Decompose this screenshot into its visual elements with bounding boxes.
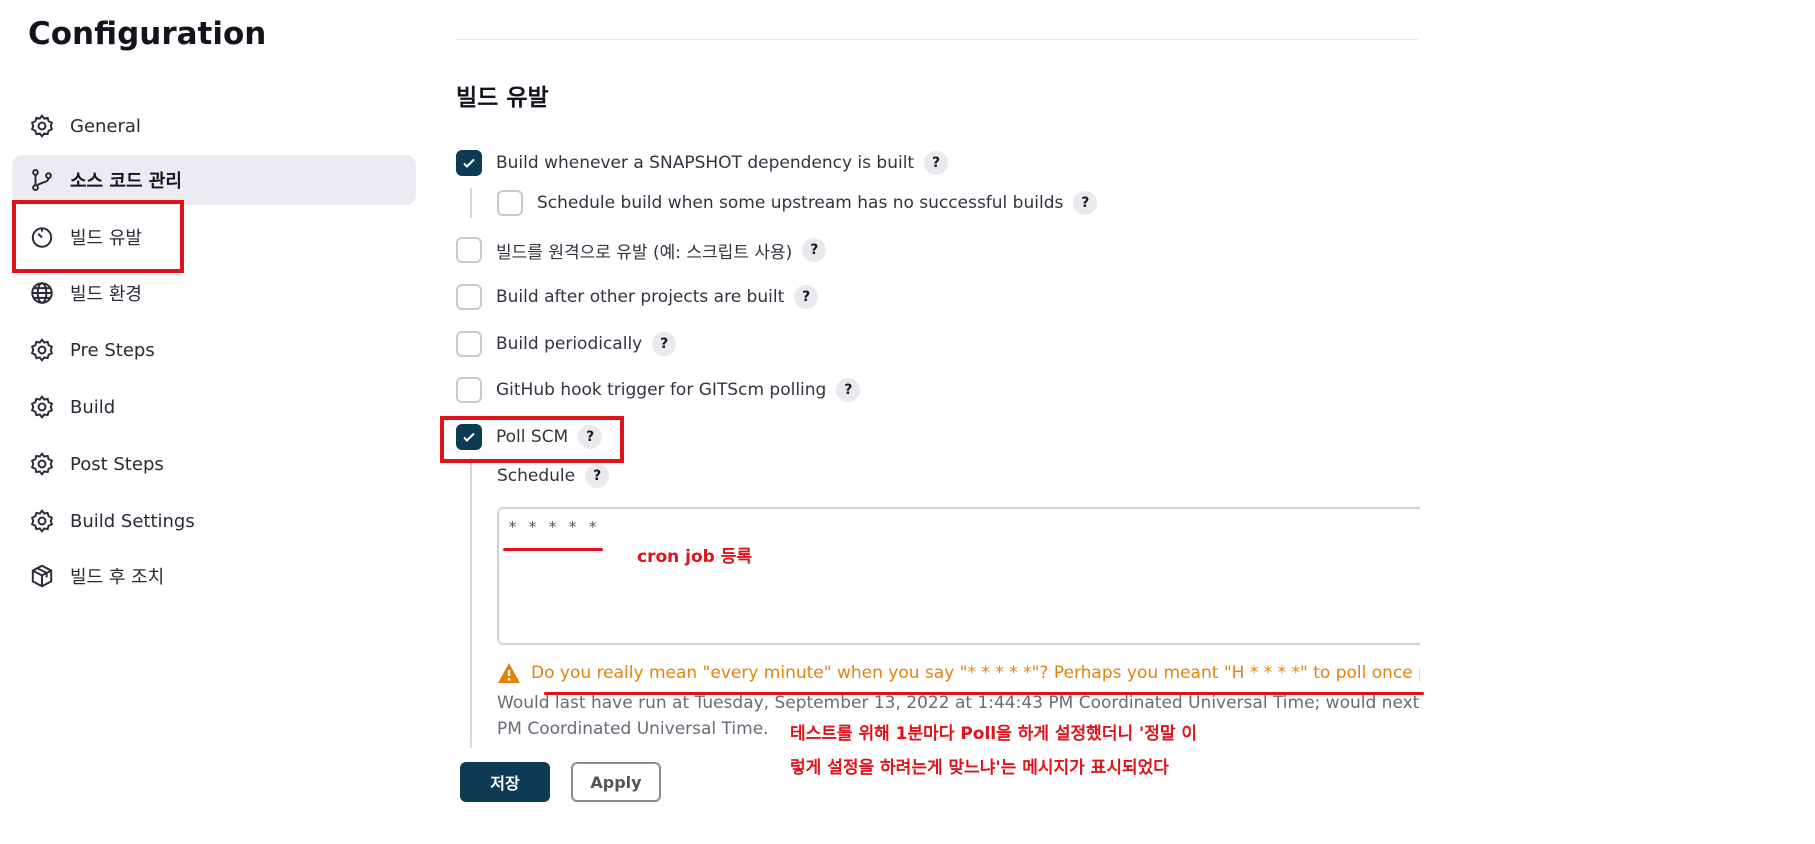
- package-icon: [28, 562, 56, 590]
- warning-icon: [498, 663, 520, 683]
- sidebar-item-build-settings[interactable]: Build Settings: [12, 496, 416, 546]
- sidebar-item-label: Build: [70, 396, 116, 418]
- option-snapshot-dependency: Build whenever a SNAPSHOT dependency is …: [456, 150, 949, 176]
- schedule-textarea[interactable]: [497, 507, 1437, 645]
- checkbox-remote-trigger[interactable]: [456, 237, 482, 263]
- help-icon[interactable]: ?: [802, 238, 827, 262]
- schedule-warning: Do you really mean "every minute" when y…: [497, 662, 1491, 684]
- section-divider: [456, 39, 1418, 40]
- save-button[interactable]: 저장: [460, 762, 550, 802]
- schedule-label: Schedule ?: [497, 464, 610, 488]
- sidebar-item-build[interactable]: Build: [12, 382, 416, 432]
- help-icon[interactable]: ?: [1073, 191, 1098, 215]
- sidebar-item-label: General: [70, 115, 141, 137]
- option-after-other-projects: Build after other projects are built ?: [456, 284, 819, 310]
- gear-icon: [28, 393, 56, 421]
- highlight-box-build-triggers: [12, 200, 184, 273]
- option-remote-trigger: 빌드를 원격으로 유발 (예: 스크립트 사용) ?: [456, 237, 827, 263]
- annotation-note-line: 렇게 설정을 하려는게 맞느냐'는 메시지가 표시되었다: [790, 758, 1169, 778]
- option-label: Build periodically: [496, 334, 643, 354]
- option-github-hook: GitHub hook trigger for GITScm polling ?: [456, 377, 861, 403]
- highlight-box-poll-scm: [440, 416, 624, 463]
- checkbox-upstream-no-success[interactable]: [497, 190, 523, 216]
- annotation-note-line: 테스트를 위해 1분마다 Poll을 하게 설정했더니 '정말 이: [790, 724, 1198, 744]
- gear-icon: [28, 336, 56, 364]
- checkbox-github-hook[interactable]: [456, 377, 482, 403]
- sidebar-item-label: Pre Steps: [70, 339, 155, 361]
- sidebar-item-pre-steps[interactable]: Pre Steps: [12, 325, 416, 375]
- blank-margin: [1420, 0, 1815, 844]
- option-label: GitHub hook trigger for GITScm polling: [496, 380, 827, 400]
- globe-icon: [28, 279, 56, 307]
- schedule-value: * * * * *: [508, 518, 599, 536]
- annotation-underline: [503, 548, 603, 551]
- schedule-label-text: Schedule: [497, 466, 576, 486]
- option-build-periodically: Build periodically ?: [456, 331, 677, 357]
- option-label: Schedule build when some upstream has no…: [537, 193, 1064, 213]
- nested-indent-line: [470, 188, 472, 218]
- help-icon[interactable]: ?: [924, 151, 949, 175]
- warning-text: Do you really mean "every minute" when y…: [531, 663, 1491, 683]
- gear-icon: [28, 112, 56, 140]
- annotation-underline: [544, 692, 1424, 695]
- option-label: 빌드를 원격으로 유발 (예: 스크립트 사용): [496, 242, 793, 263]
- sidebar-item-label: 빌드 후 조치: [70, 567, 165, 588]
- option-label: Build after other projects are built: [496, 287, 785, 307]
- help-icon[interactable]: ?: [652, 332, 677, 356]
- sidebar-item-post-build[interactable]: 빌드 후 조치: [12, 551, 416, 601]
- gear-icon: [28, 450, 56, 478]
- checkbox-build-periodically[interactable]: [456, 331, 482, 357]
- apply-button[interactable]: Apply: [571, 762, 661, 802]
- annotation-cron-note: cron job 등록: [637, 547, 753, 567]
- branch-icon: [28, 166, 56, 194]
- sidebar-item-scm[interactable]: 소스 코드 관리: [12, 155, 416, 205]
- nested-indent-line: [470, 458, 472, 748]
- sidebar-item-label: Build Settings: [70, 510, 195, 532]
- page-title: Configuration: [28, 16, 267, 52]
- help-icon[interactable]: ?: [585, 464, 610, 488]
- checkbox-snapshot-dependency[interactable]: [456, 150, 482, 176]
- sidebar-item-build-env[interactable]: 빌드 환경: [12, 268, 416, 318]
- check-icon: [463, 158, 475, 168]
- sidebar-item-general[interactable]: General: [12, 101, 416, 151]
- sidebar-item-label: Post Steps: [70, 453, 164, 475]
- sidebar-item-label: 빌드 환경: [70, 284, 142, 305]
- help-icon[interactable]: ?: [836, 378, 861, 402]
- section-title: 빌드 유발: [456, 85, 549, 111]
- gear-icon: [28, 507, 56, 535]
- checkbox-after-other-projects[interactable]: [456, 284, 482, 310]
- sidebar-item-label: 소스 코드 관리: [70, 171, 182, 192]
- help-icon[interactable]: ?: [794, 285, 819, 309]
- option-label: Build whenever a SNAPSHOT dependency is …: [496, 153, 915, 173]
- option-upstream-no-success: Schedule build when some upstream has no…: [497, 190, 1098, 216]
- sidebar-item-post-steps[interactable]: Post Steps: [12, 439, 416, 489]
